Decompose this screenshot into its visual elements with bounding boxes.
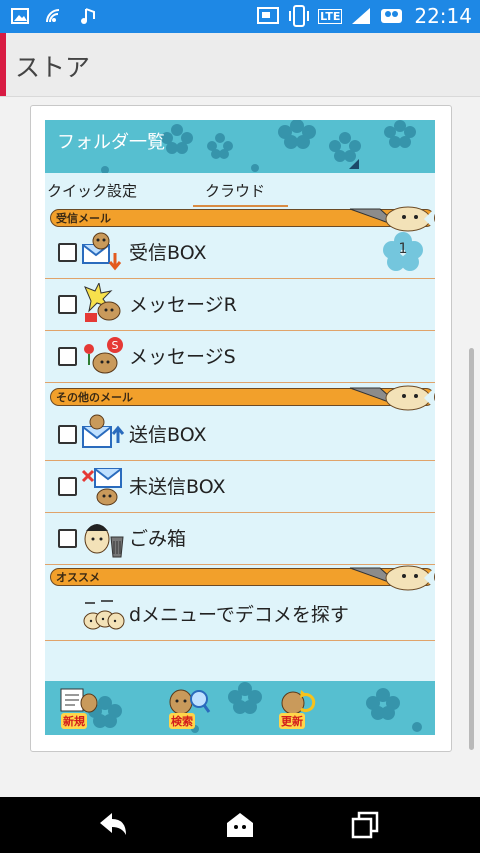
header-corner-icon — [349, 159, 359, 169]
unread-badge: 1 — [381, 232, 425, 272]
battery-icon — [381, 9, 403, 23]
section-label: 受信メール — [56, 212, 111, 225]
checkbox[interactable] — [58, 477, 77, 496]
folder-label: 未送信BOX — [129, 476, 226, 498]
section-recommend-header: オススメ — [50, 565, 435, 591]
home-icon[interactable] — [223, 809, 257, 841]
folder-label: ごみ箱 — [129, 528, 187, 550]
folder-row-trash[interactable]: ごみ箱 — [45, 514, 435, 565]
folder-label: 受信BOX — [129, 242, 207, 264]
search-label: 検索 — [169, 713, 195, 729]
refresh-button[interactable]: 更新 — [277, 687, 317, 729]
cast-icon — [257, 7, 280, 24]
vibrate-icon — [289, 5, 310, 27]
inbox-mascot-icon — [82, 232, 122, 271]
checkbox[interactable] — [58, 243, 77, 262]
deco-mascot-icon — [83, 600, 125, 630]
trash-mascot-icon — [84, 524, 124, 558]
panel-footer: 新規 検索 更新 — [45, 681, 435, 735]
app-bar-accent — [0, 33, 6, 96]
message-s-mascot-icon: S — [84, 337, 123, 374]
checkbox[interactable] — [58, 347, 77, 366]
panel-header: フォルダ一覧 — [45, 120, 435, 173]
folder-list-panel: フォルダ一覧 クイック設定 クラウド 受信メール 受信BOX 1 メッセージR … — [45, 120, 435, 735]
recent-apps-icon[interactable] — [349, 809, 383, 841]
refresh-label: 更新 — [279, 713, 305, 729]
tab-quick-settings[interactable]: クイック設定 — [47, 180, 137, 201]
folder-label: メッセージR — [129, 294, 237, 316]
recommend-label: dメニューでデコメを探す — [129, 604, 349, 626]
folder-row-message-s[interactable]: S メッセージS — [45, 332, 435, 383]
unread-count: 1 — [398, 241, 408, 257]
app-bar: ストア — [0, 33, 480, 97]
checkbox[interactable] — [58, 529, 77, 548]
svg-text:S: S — [112, 339, 119, 352]
folder-label: メッセージS — [129, 346, 236, 368]
scrollbar[interactable] — [469, 348, 474, 750]
music-icon — [81, 8, 95, 24]
new-mail-button[interactable]: 新規 — [59, 687, 99, 729]
search-button[interactable]: 検索 — [167, 687, 211, 729]
new-mail-label: 新規 — [61, 713, 87, 729]
panel-title: フォルダ一覧 — [57, 132, 165, 153]
checkbox[interactable] — [58, 295, 77, 314]
page-title: ストア — [15, 53, 91, 82]
section-label: オススメ — [56, 571, 100, 584]
tab-cloud[interactable]: クラウド — [205, 180, 265, 201]
message-r-mascot-icon — [84, 283, 121, 322]
signal-icon — [46, 9, 60, 23]
tab-bar: クイック設定 クラウド — [45, 173, 435, 207]
folder-label: 送信BOX — [129, 424, 207, 446]
section-other-mail-header: その他のメール — [50, 385, 435, 411]
outbox-mascot-icon — [82, 414, 125, 448]
section-inbox-header: 受信メール — [50, 206, 435, 232]
back-icon[interactable] — [96, 809, 130, 841]
folder-row-unsent[interactable]: 未送信BOX — [45, 462, 435, 513]
recommend-row[interactable]: dメニューでデコメを探す — [45, 590, 435, 641]
peeking-mascot-icon — [349, 565, 434, 591]
checkbox[interactable] — [58, 425, 77, 444]
folder-row-message-r[interactable]: メッセージR — [45, 280, 435, 331]
gallery-icon — [11, 8, 29, 24]
network-type: LTE — [318, 8, 343, 24]
section-label: その他のメール — [56, 391, 133, 404]
folder-row-inbox[interactable]: 受信BOX 1 — [45, 228, 435, 279]
system-nav-bar — [0, 797, 480, 853]
active-tab-indicator — [193, 205, 288, 207]
unsent-mascot-icon — [81, 468, 122, 506]
flower-pattern-icon — [88, 682, 422, 733]
clock: 22:14 — [414, 4, 472, 28]
status-bar: LTE 22:14 — [0, 0, 480, 33]
peeking-mascot-icon — [349, 385, 434, 411]
folder-row-outbox[interactable]: 送信BOX — [45, 410, 435, 461]
cell-signal-icon — [352, 8, 371, 24]
